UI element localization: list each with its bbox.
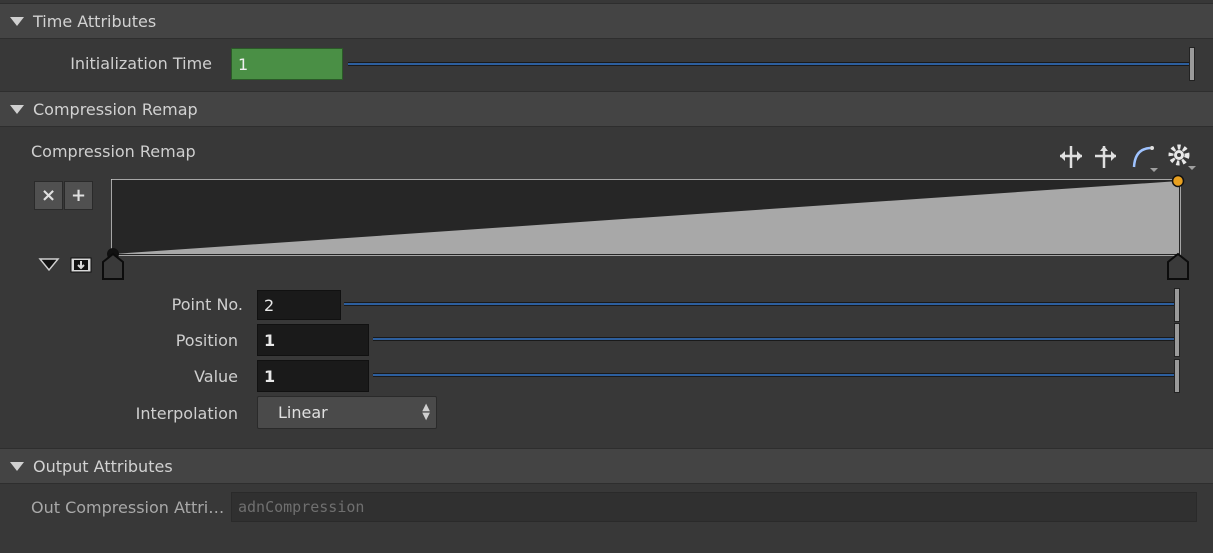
ramp-label: Compression Remap <box>31 142 196 161</box>
section-title: Output Attributes <box>33 456 173 476</box>
out-attr-label: Out Compression Attri… <box>31 498 225 517</box>
collapse-triangle-icon[interactable] <box>10 16 24 26</box>
point-no-label: Point No. <box>171 295 243 314</box>
init-time-label: Initialization Time <box>70 54 212 73</box>
ramp-editor[interactable] <box>111 179 1181 256</box>
value-field[interactable]: 1 <box>257 360 369 392</box>
position-marker-start[interactable] <box>101 252 125 280</box>
delete-point-icon: × <box>40 185 57 206</box>
section-compression-remap[interactable]: Compression Remap <box>0 91 1213 127</box>
init-time-slider-handle[interactable] <box>1189 47 1195 81</box>
position-slider-handle[interactable] <box>1174 323 1180 357</box>
save-preset-icon[interactable] <box>70 256 92 274</box>
interpolation-select[interactable]: Linear ▲ ▼ <box>257 396 437 429</box>
value-slider-track[interactable] <box>373 373 1178 377</box>
gear-icon[interactable] <box>1164 141 1198 173</box>
point-no-slider-handle[interactable] <box>1174 288 1180 322</box>
add-point-icon: + <box>70 185 87 206</box>
section-title: Compression Remap <box>33 99 198 119</box>
move-vertical-icon[interactable] <box>1092 143 1120 171</box>
init-time-slider-track[interactable] <box>348 62 1190 66</box>
section-title: Time Attributes <box>33 11 157 31</box>
point-no-field[interactable]: 2 <box>257 290 341 320</box>
collapse-triangle-icon[interactable] <box>10 104 24 114</box>
curve-type-icon[interactable] <box>1130 143 1160 173</box>
value-label: Value <box>194 367 238 386</box>
position-marker-end[interactable] <box>1166 252 1190 280</box>
move-horizontal-icon[interactable] <box>1057 143 1085 171</box>
position-label: Position <box>175 331 238 350</box>
ramp-point-selected[interactable] <box>1170 173 1186 189</box>
out-attr-field: adnCompression <box>231 492 1197 522</box>
interpolation-value: Linear <box>278 403 328 422</box>
delete-point-button[interactable]: × <box>34 181 63 210</box>
expand-triangle-icon[interactable] <box>38 256 60 272</box>
position-slider-track[interactable] <box>373 337 1178 341</box>
section-time-attributes[interactable]: Time Attributes <box>0 3 1213 39</box>
point-no-slider-track[interactable] <box>344 302 1178 306</box>
interpolation-label: Interpolation <box>135 404 238 423</box>
init-time-field[interactable]: 1 <box>231 48 343 80</box>
add-point-button[interactable]: + <box>64 181 93 210</box>
select-arrows-icon: ▲ ▼ <box>422 402 430 422</box>
collapse-triangle-icon[interactable] <box>10 461 24 471</box>
value-slider-handle[interactable] <box>1174 359 1180 393</box>
position-field[interactable]: 1 <box>257 324 369 356</box>
section-output-attributes[interactable]: Output Attributes <box>0 448 1213 484</box>
